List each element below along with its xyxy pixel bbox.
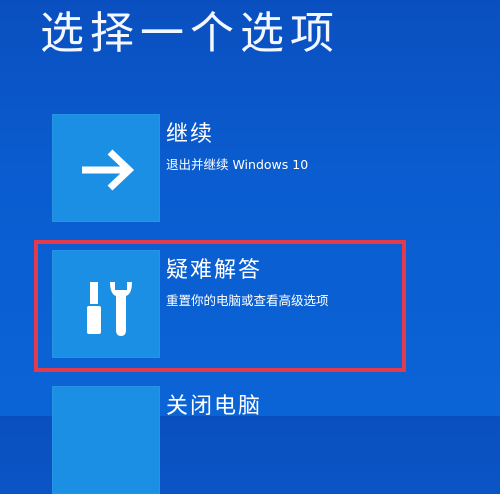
troubleshoot-description: 重置你的电脑或查看高级选项 bbox=[166, 293, 329, 308]
troubleshoot-tile[interactable] bbox=[52, 250, 160, 358]
continue-option[interactable]: 继续 退出并继续 Windows 10 bbox=[52, 114, 432, 224]
arrow-right-icon bbox=[82, 149, 135, 191]
page-title: 选择一个选项 bbox=[40, 8, 340, 59]
power-icon bbox=[52, 386, 160, 416]
turn-off-label: 关闭电脑 bbox=[166, 394, 263, 419]
continue-label: 继续 bbox=[166, 122, 215, 147]
troubleshoot-label: 疑难解答 bbox=[166, 258, 263, 283]
continue-description: 退出并继续 Windows 10 bbox=[166, 157, 309, 172]
tools-icon bbox=[87, 282, 132, 336]
troubleshoot-option[interactable]: 疑难解答 重置你的电脑或查看高级选项 bbox=[52, 250, 432, 360]
turn-off-option[interactable]: 关闭电脑 bbox=[52, 386, 432, 494]
continue-tile[interactable] bbox=[52, 114, 160, 222]
turn-off-tile[interactable] bbox=[52, 386, 160, 494]
